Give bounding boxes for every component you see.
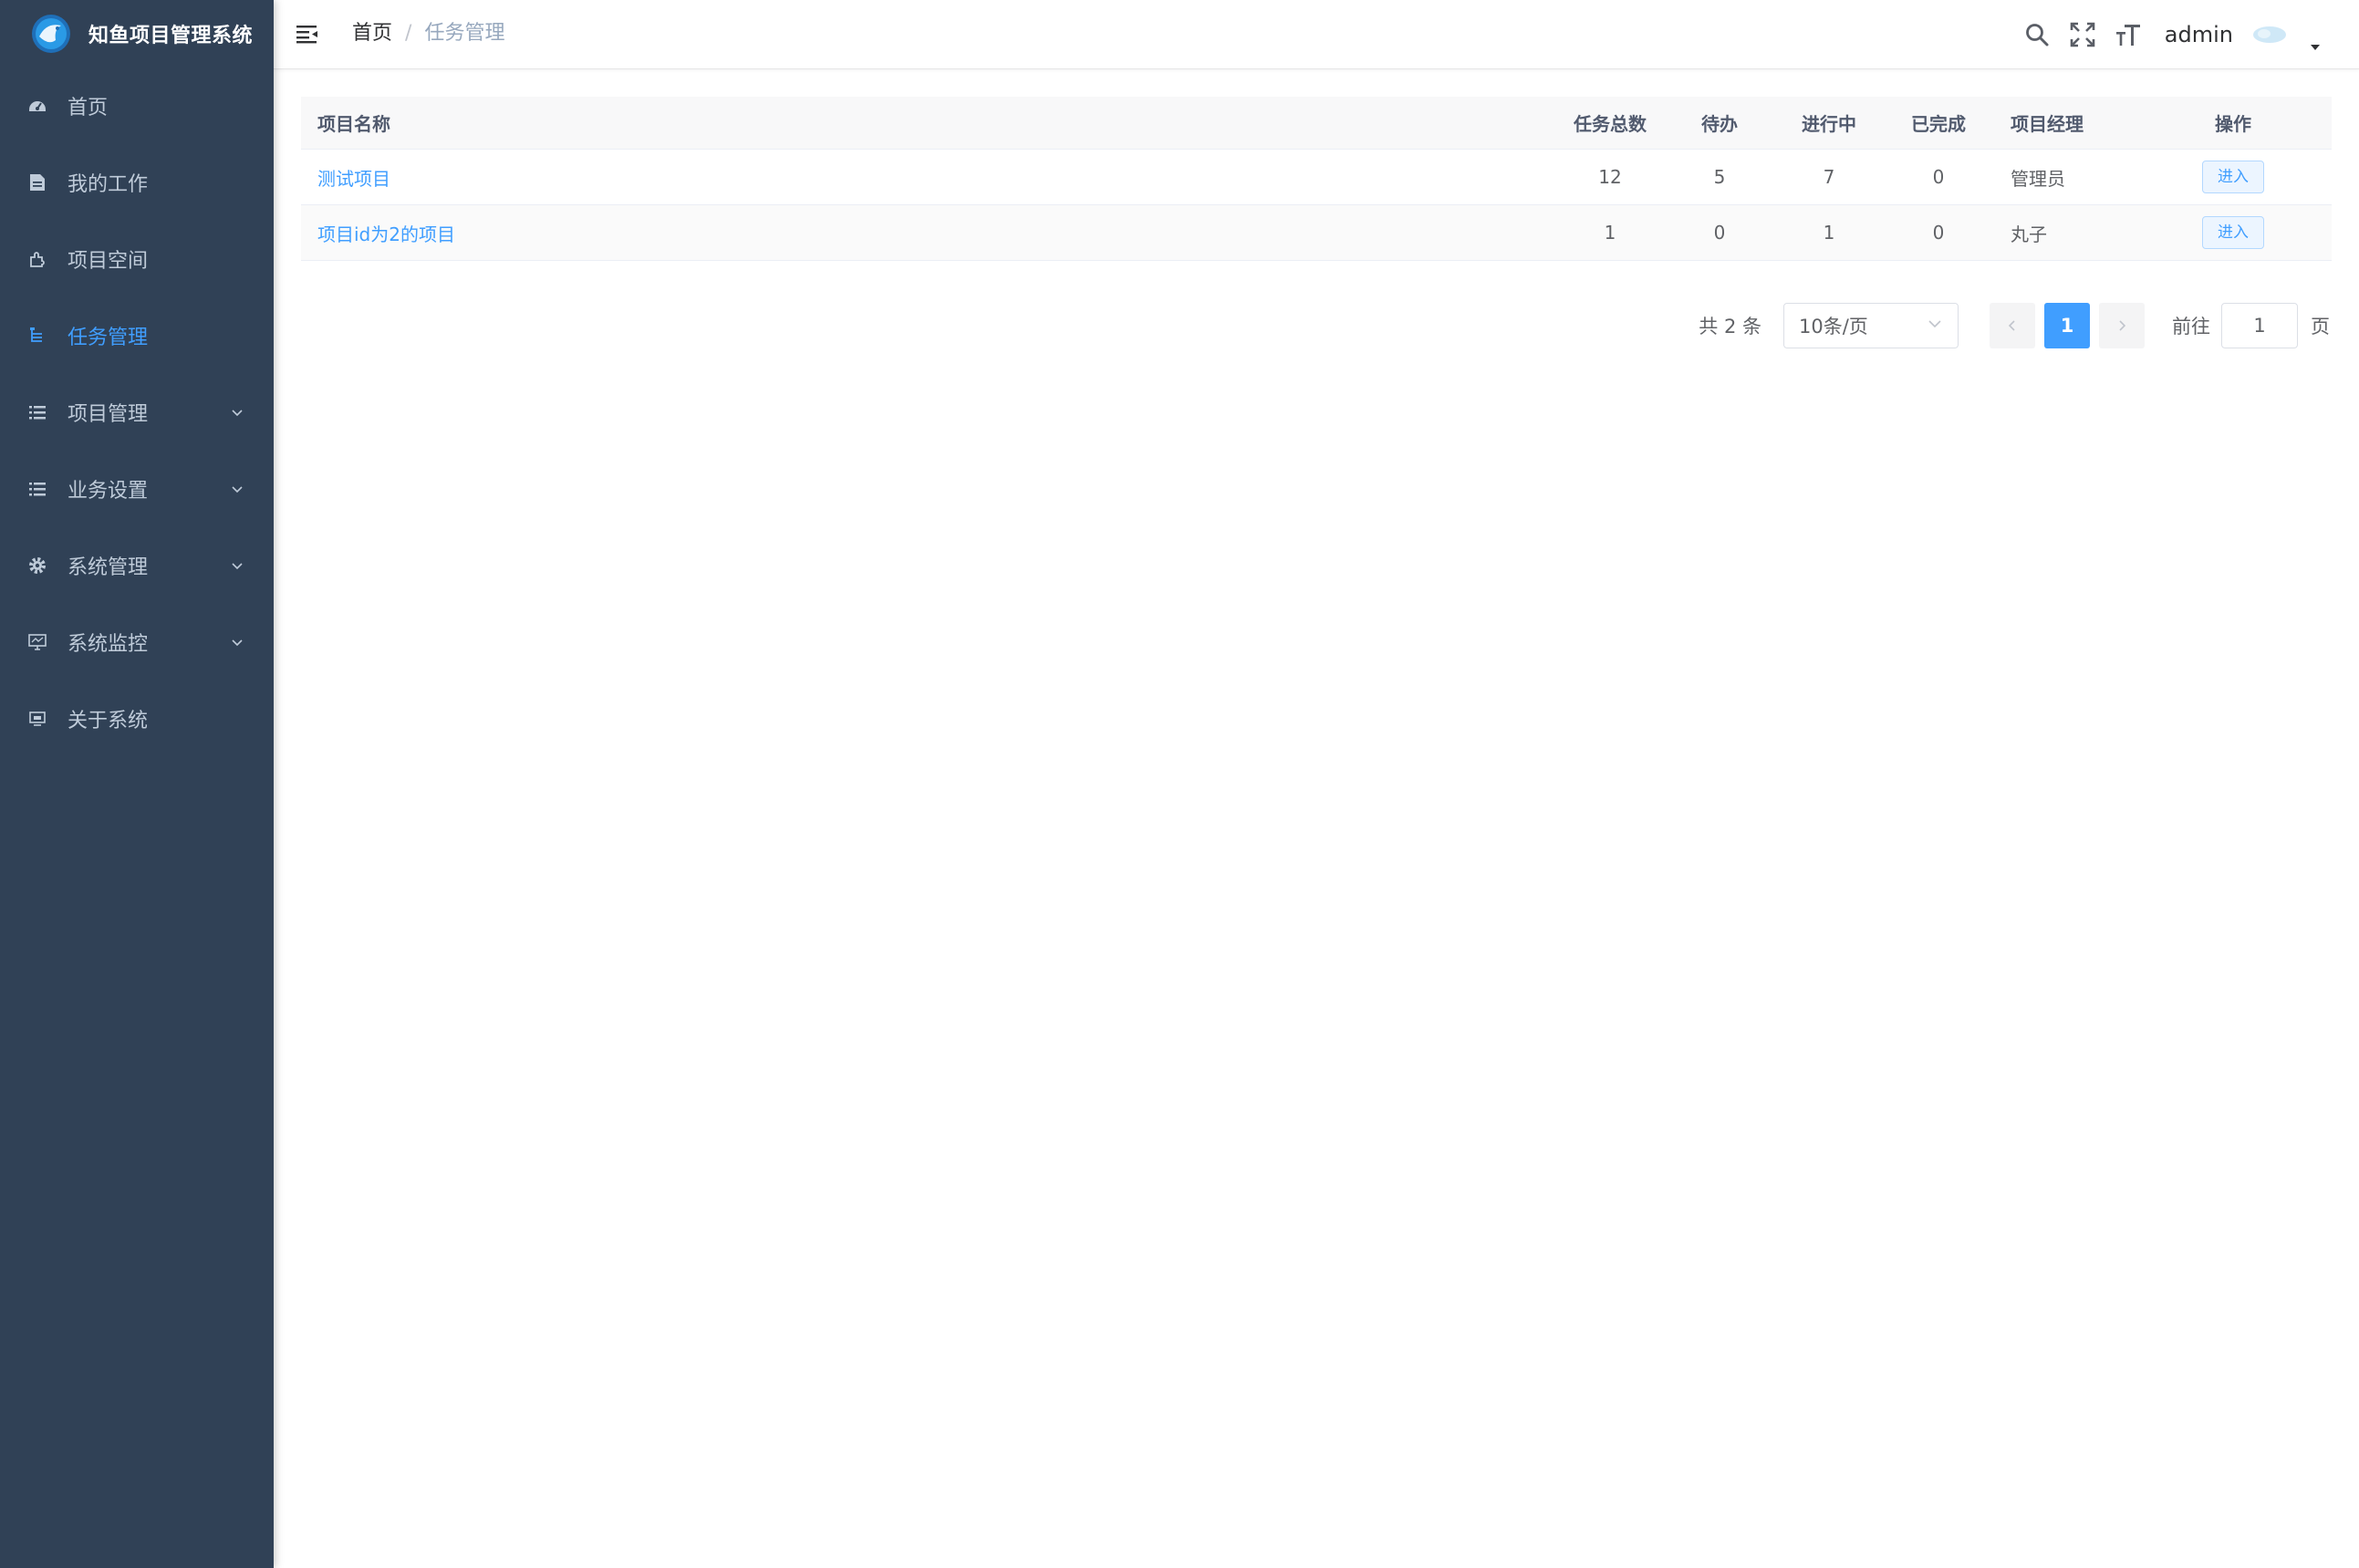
goto-label: 前往 [2172,316,2210,337]
list-icon [26,477,49,501]
col-header-op: 操作 [2215,113,2251,135]
gear-icon [26,554,49,577]
page-number-current[interactable]: 1 [2044,303,2090,348]
col-header-total: 任务总数 [1574,113,1647,135]
fullscreen-icon[interactable] [2066,18,2099,51]
page-suffix-label: 页 [2311,316,2330,337]
col-header-name: 项目名称 [317,113,390,135]
breadcrumb-separator: / [405,22,412,45]
sidebar-item-label: 系统管理 [68,556,149,579]
sidebar-item-my-work[interactable]: 我的工作 [0,144,274,221]
chevron-down-icon [228,480,246,498]
sidebar-item-label: 项目管理 [68,403,149,426]
sidebar-item-business-settings[interactable]: 业务设置 [0,451,274,527]
breadcrumb-current: 任务管理 [424,22,505,45]
pagination: 共 2 条 10条/页 1 前往 页 [1699,303,2330,348]
prev-page-button[interactable] [1990,303,2035,348]
chevron-down-icon [228,633,246,651]
pagination-total: 共 2 条 [1699,316,1761,337]
sidebar-item-system-management[interactable]: 系统管理 [0,527,274,604]
navbar-actions: admin [2021,0,2359,69]
project-task-table: 项目名称 任务总数 待办 进行中 已完成 项目经理 操作 测试项目 12 5 7… [301,97,2332,261]
cell-todo: 0 [1713,222,1726,244]
table-header: 项目名称 任务总数 待办 进行中 已完成 项目经理 操作 [301,97,2332,150]
cell-manager: 管理员 [2011,167,2065,190]
sidebar-item-label: 系统监控 [68,633,149,656]
cell-total: 1 [1604,222,1616,244]
col-header-done: 已完成 [1911,113,1966,135]
app-title: 知鱼项目管理系统 [88,25,254,47]
username[interactable]: admin [2165,22,2233,47]
sidebar-item-project-management[interactable]: 项目管理 [0,374,274,451]
top-navbar: 首页 / 任务管理 admin [274,0,2359,69]
tree-icon [26,324,49,348]
project-name-link[interactable]: 测试项目 [317,168,390,190]
sidebar-item-system-monitor[interactable]: 系统监控 [0,604,274,680]
monitor-small-icon [26,707,49,731]
search-icon[interactable] [2021,18,2053,51]
monitor-icon [26,630,49,654]
enter-button[interactable]: 进入 [2202,161,2264,193]
brand[interactable]: 知鱼项目管理系统 [0,0,274,67]
sidebar-item-home[interactable]: 首页 [0,67,274,144]
next-page-button[interactable] [2099,303,2145,348]
sidebar-item-label: 我的工作 [68,173,149,196]
table-row: 测试项目 12 5 7 0 管理员 进入 [301,150,2332,205]
chevron-down-icon [228,403,246,421]
caret-down-icon[interactable] [2306,16,2324,53]
sidebar-item-label: 关于系统 [68,710,149,732]
puzzle-icon [26,247,49,271]
list-icon [26,400,49,424]
dashboard-icon [26,94,49,118]
page-size-value: 10条/页 [1799,316,1868,337]
cell-done: 0 [1932,222,1945,244]
sidebar-item-label: 任务管理 [68,327,149,349]
sidebar: 知鱼项目管理系统 首页 我的工作 项目空间 任务管理 项目管理 业务设置 系统管… [0,0,274,1568]
document-icon [26,171,49,194]
breadcrumb: 首页 / 任务管理 [352,20,504,47]
enter-button[interactable]: 进入 [2202,216,2264,249]
cell-doing: 1 [1823,222,1835,244]
col-header-doing: 进行中 [1802,113,1856,135]
font-size-icon[interactable] [2112,18,2145,51]
cell-done: 0 [1932,166,1945,188]
sidebar-item-label: 项目空间 [68,250,149,273]
breadcrumb-home[interactable]: 首页 [352,20,392,47]
page-jump-input[interactable] [2221,303,2298,348]
sidebar-item-about-system[interactable]: 关于系统 [0,680,274,757]
chevron-down-icon [228,556,246,575]
cell-todo: 5 [1713,166,1726,188]
hamburger-icon[interactable] [294,20,321,47]
col-header-todo: 待办 [1701,113,1738,135]
fish-logo-icon [30,13,72,55]
sidebar-item-project-space[interactable]: 项目空间 [0,221,274,297]
avatar[interactable] [2251,16,2288,53]
table-row: 项目id为2的项目 1 0 1 0 丸子 进入 [301,205,2332,261]
sidebar-item-label: 首页 [68,97,109,119]
cell-total: 12 [1598,166,1622,188]
sidebar-item-task-management[interactable]: 任务管理 [0,297,274,374]
cell-manager: 丸子 [2011,223,2047,245]
col-header-manager: 项目经理 [2011,113,2084,135]
page-size-select[interactable]: 10条/页 [1783,303,1959,348]
chevron-down-icon [1927,315,1943,337]
cell-doing: 7 [1823,166,1835,188]
project-name-link[interactable]: 项目id为2的项目 [317,223,455,245]
sidebar-item-label: 业务设置 [68,480,149,503]
